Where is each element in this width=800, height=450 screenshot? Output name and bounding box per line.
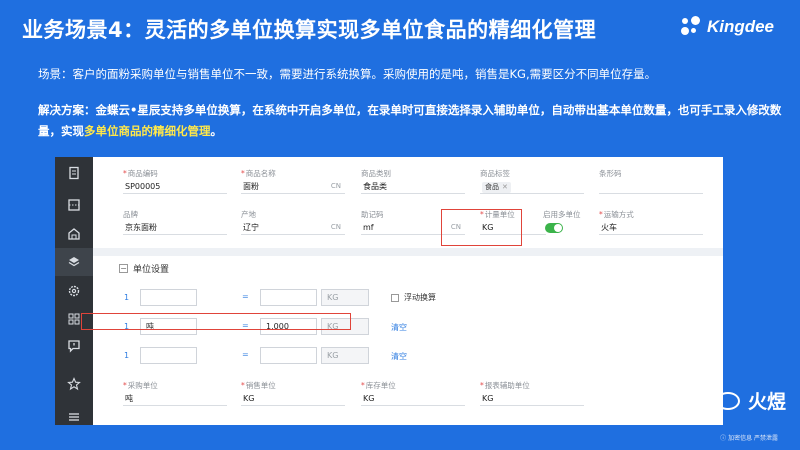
document-icon[interactable] — [55, 159, 93, 187]
multi-unit-field: 启用多单位 — [543, 210, 593, 233]
field-label: 运输方式 — [603, 210, 634, 219]
collapse-icon[interactable]: − — [119, 264, 128, 273]
product-code-field[interactable]: *商品编码 SP00005 — [123, 169, 227, 194]
product-name-field[interactable]: *商品名称 面粉 CN — [241, 169, 345, 194]
field-value: 火车 — [601, 223, 617, 232]
clear-link[interactable]: 清空 — [391, 351, 407, 362]
logo-text: Kingdee — [706, 17, 774, 36]
stock-unit-field[interactable]: *库存单位 KG — [361, 381, 465, 406]
unit-input[interactable] — [140, 289, 197, 306]
star-icon[interactable] — [55, 370, 93, 398]
highlight-box-ton-row — [81, 313, 351, 330]
product-form: *商品编码 SP00005 *商品名称 面粉 CN 商品类别 食品类 商品标签 食… — [93, 157, 723, 425]
field-value: 辽宁 — [243, 223, 259, 232]
base-unit-box: KG — [321, 347, 369, 364]
app-screenshot: *商品编码 SP00005 *商品名称 面粉 CN 商品类别 食品类 商品标签 食… — [55, 157, 723, 425]
base-unit-box: KG — [321, 289, 369, 306]
field-label: 商品编码 — [127, 169, 158, 178]
section-divider — [93, 248, 723, 256]
field-label: 助记码 — [361, 210, 384, 219]
lang-suffix: CN — [330, 182, 341, 190]
kingdee-logo: Kingdee — [679, 16, 774, 38]
section-title: 单位设置 — [133, 265, 170, 275]
origin-field[interactable]: 产地 辽宁 CN — [241, 210, 345, 235]
slide-title: 业务场景4：灵活的多单位换算实现多单位食品的精细化管理 — [22, 18, 597, 42]
brand-field[interactable]: 品牌 京东面粉 — [123, 210, 227, 235]
solution-text: 解决方案：金蝶云•星辰支持多单位换算，在系统中开启多单位，在录单时可直接选择录入… — [38, 100, 783, 142]
sidebar — [55, 157, 93, 425]
field-value: KG — [482, 394, 494, 403]
warehouse-icon[interactable] — [55, 220, 93, 248]
field-label: 产地 — [241, 210, 256, 219]
footnote: ⓘ 加密信息 严禁泄露 — [720, 435, 778, 442]
tag-chip[interactable]: 食品 ✕ — [482, 182, 511, 193]
field-label: 销售单位 — [245, 381, 276, 390]
floating-conversion[interactable]: 浮动换算 — [391, 292, 436, 303]
solution-highlight: 多单位商品的精细化管理 — [84, 124, 211, 138]
tag-label: 食品 — [485, 183, 499, 191]
scenario-text: 场景：客户的面粉采购单位与销售单位不一致，需要进行系统换算。采购使用的是吨，销售… — [38, 67, 657, 81]
field-value: KG — [243, 394, 255, 403]
clear-link[interactable]: 清空 — [391, 322, 407, 333]
field-label: 报表辅助单位 — [484, 381, 530, 390]
equals-sign: = — [242, 292, 249, 301]
solution-end: 。 — [210, 124, 223, 138]
field-value: 食品类 — [363, 182, 387, 191]
field-label: 条形码 — [599, 169, 622, 178]
unit-row: 1 = KG 清空 — [93, 347, 693, 365]
ticket-icon[interactable] — [55, 191, 93, 219]
field-value: KG — [363, 394, 375, 403]
field-value: 京东面粉 — [125, 223, 157, 232]
qty-input[interactable] — [260, 289, 317, 306]
shipping-method-field[interactable]: *运输方式 火车 — [599, 210, 703, 235]
multi-unit-toggle[interactable] — [545, 223, 563, 233]
field-label: 采购单位 — [127, 381, 158, 390]
unit-num: 1 — [124, 293, 130, 302]
purchase-unit-field[interactable]: *采购单位 吨 — [123, 381, 227, 406]
brand-text: 火煜 — [747, 391, 786, 413]
field-label: 库存单位 — [365, 381, 396, 390]
field-value: SP00005 — [125, 182, 161, 191]
unit-num: 1 — [124, 351, 130, 360]
field-value: mf — [363, 223, 374, 232]
barcode-field[interactable]: 条形码 — [599, 169, 703, 194]
field-value: 吨 — [125, 394, 133, 403]
base-unit: KG — [327, 293, 339, 302]
equals-sign: = — [242, 350, 249, 359]
menu-icon[interactable] — [55, 403, 93, 425]
field-label: 品牌 — [123, 210, 138, 219]
product-category-field[interactable]: 商品类别 食品类 — [361, 169, 465, 194]
qty-input[interactable] — [260, 347, 317, 364]
floating-label: 浮动换算 — [404, 293, 436, 302]
checkbox[interactable] — [391, 293, 399, 302]
highlight-box-measure-unit — [441, 209, 522, 246]
settings-icon[interactable] — [55, 277, 93, 305]
unit-settings-header[interactable]: − 单位设置 — [119, 262, 169, 275]
lang-suffix: CN — [330, 223, 341, 231]
unit-input[interactable] — [140, 347, 197, 364]
base-unit: KG — [327, 351, 339, 360]
layers-icon[interactable] — [55, 248, 93, 276]
kingdee-mark-icon — [679, 16, 701, 38]
field-value: 面粉 — [243, 182, 259, 191]
report-unit-field[interactable]: *报表辅助单位 KG — [480, 381, 584, 406]
field-label: 商品名称 — [245, 169, 276, 178]
wechat-icon — [715, 391, 740, 410]
field-label: 启用多单位 — [543, 210, 581, 219]
field-label: 商品标签 — [480, 169, 510, 178]
message-icon[interactable] — [55, 332, 93, 360]
unit-row: 1 = KG 浮动换算 — [93, 289, 693, 307]
close-icon[interactable]: ✕ — [502, 183, 508, 191]
brand-watermark: 火煜 — [715, 387, 786, 414]
sales-unit-field[interactable]: *销售单位 KG — [241, 381, 345, 406]
product-tag-field[interactable]: 商品标签 食品 ✕ — [480, 169, 584, 194]
field-label: 商品类别 — [361, 169, 391, 178]
